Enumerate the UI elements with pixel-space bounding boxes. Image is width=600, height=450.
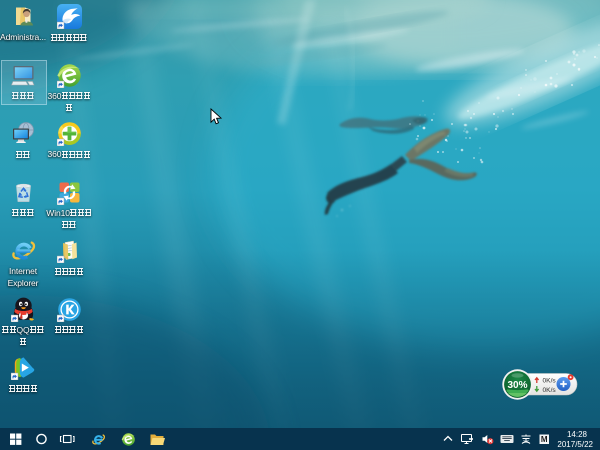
svg-text:30%: 30% [507,380,527,391]
svg-text:0K/s: 0K/s [543,387,557,394]
svg-text:0K/s: 0K/s [543,377,557,384]
svg-text:M: M [541,435,548,444]
